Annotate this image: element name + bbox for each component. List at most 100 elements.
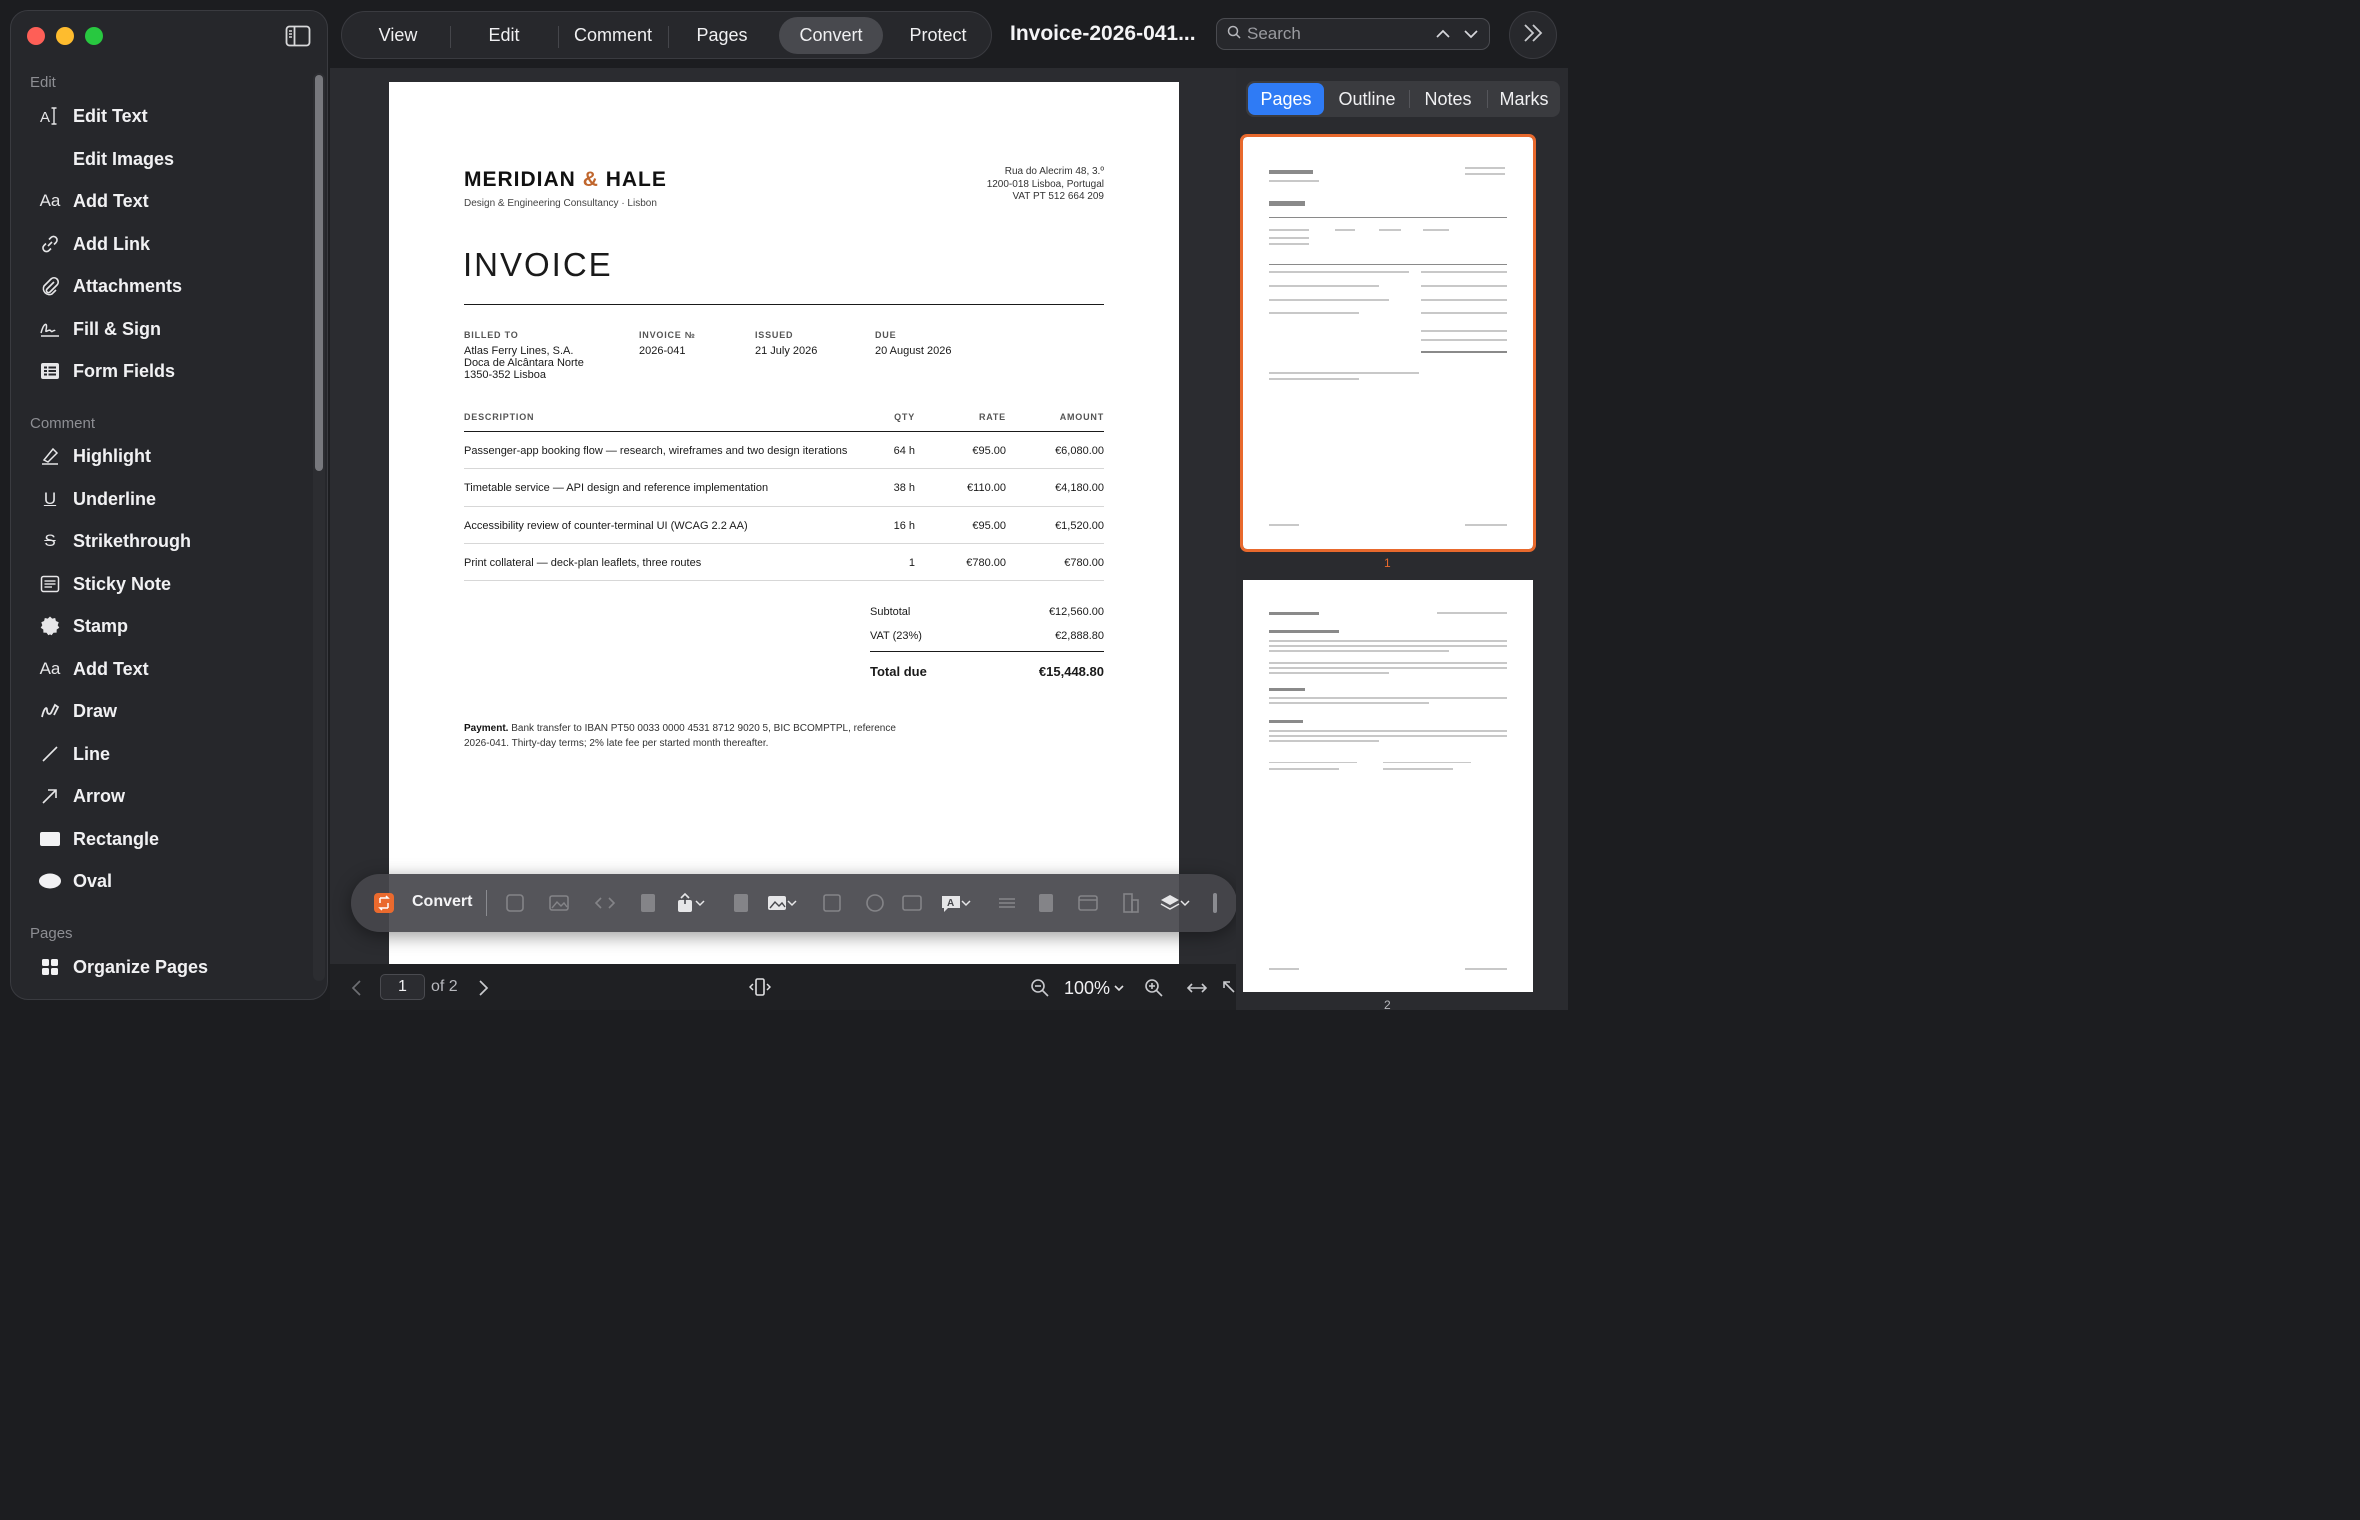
fullscreen-icon[interactable] (1222, 979, 1236, 1002)
convert-toolbar-label: Convert (412, 893, 473, 910)
panel-tab-pages[interactable]: Pages (1248, 83, 1324, 115)
strikethrough-icon: S (44, 531, 56, 550)
issued-value: 21 July 2026 (755, 345, 818, 357)
sidebar-item-label: Form Fields (73, 360, 176, 381)
thumbnail-line (1269, 667, 1507, 669)
sidebar-item-line[interactable]: Line (37, 736, 307, 772)
search-previous-icon[interactable] (1435, 25, 1451, 48)
sidebar-item-underline[interactable]: U Underline (37, 481, 307, 517)
sidebar-item-oval[interactable]: Oval (37, 863, 307, 899)
tab-pages[interactable]: Pages (672, 17, 772, 54)
subtotal-value: €12,560.00 (1048, 606, 1104, 618)
tab-protect[interactable]: Protect (888, 17, 988, 54)
invoice-no-value: 2026-041 (639, 345, 686, 357)
fit-width-icon[interactable] (1186, 979, 1208, 1002)
export-icon[interactable] (676, 892, 708, 914)
panel-tab-notes[interactable]: Notes (1412, 83, 1484, 115)
draw-icon (37, 698, 63, 724)
to-markdown-icon[interactable] (1035, 892, 1057, 914)
section-edit-label: Edit (30, 74, 56, 91)
thumbnail-line (1379, 229, 1401, 231)
tab-view[interactable]: View (348, 17, 448, 54)
sidebar-item-organize-pages[interactable]: Organize Pages (37, 949, 307, 985)
vat-value: €2,888.80 (1055, 630, 1104, 642)
page-thumbnail-1[interactable] (1240, 134, 1536, 552)
sidebar-item-rectangle[interactable]: Rectangle (37, 821, 307, 857)
sidebar-item-strikethrough[interactable]: S Strikethrough (37, 523, 307, 559)
sidebar-item-attachments[interactable]: Attachments (37, 268, 307, 304)
toolbar-overflow-handle[interactable] (1213, 893, 1217, 913)
to-html-icon[interactable] (594, 892, 616, 914)
thumbnail-line (1269, 650, 1449, 652)
form-fields-icon (37, 358, 63, 384)
to-image-icon[interactable] (548, 892, 570, 914)
ocr-icon[interactable]: A (940, 892, 972, 914)
search-input[interactable] (1247, 24, 1427, 44)
to-ppt-icon[interactable] (864, 892, 886, 914)
sidebar-item-label: Add Text (73, 190, 149, 211)
table-cell-rate: €780.00 (966, 557, 1006, 569)
sidebar-item-stamp[interactable]: Stamp (37, 608, 307, 644)
previous-page-icon[interactable] (350, 979, 364, 1002)
batch-convert-icon[interactable] (1120, 892, 1142, 914)
search-field[interactable] (1216, 18, 1490, 50)
zoom-out-icon[interactable] (1030, 978, 1050, 1003)
to-word-icon[interactable] (504, 892, 526, 914)
sidebar-item-draw[interactable]: Draw (37, 693, 307, 729)
thumbnail-line (1269, 264, 1507, 265)
thumbnail-line (1269, 688, 1305, 691)
scan-image-icon[interactable] (901, 892, 923, 914)
next-page-icon[interactable] (476, 979, 490, 1002)
to-pdfa-icon[interactable] (730, 892, 752, 914)
to-rtf-icon[interactable] (1077, 892, 1099, 914)
sidebar-scrollbar[interactable] (313, 73, 325, 981)
link-icon (37, 231, 63, 257)
image-to-pdf-icon[interactable] (766, 892, 798, 914)
tab-comment[interactable]: Comment (562, 17, 664, 54)
table-cell-qty: 64 h (893, 445, 915, 457)
total-due-value: €15,448.80 (1038, 664, 1104, 679)
zoom-window-button[interactable] (85, 27, 103, 45)
panel-tab-outline[interactable]: Outline (1328, 83, 1406, 115)
panel-tab-marks[interactable]: Marks (1490, 83, 1558, 115)
sidebar-item-edit-text[interactable]: A Edit Text (37, 98, 307, 134)
tab-divider (668, 26, 669, 48)
zoom-dropdown-icon[interactable] (1113, 981, 1125, 999)
sidebar-item-fill-sign[interactable]: Fill & Sign (37, 311, 307, 347)
tab-edit[interactable]: Edit (454, 17, 554, 54)
sidebar-item-add-link[interactable]: Add Link (37, 226, 307, 262)
to-excel-icon[interactable] (821, 892, 843, 914)
sidebar-scrollbar-thumb[interactable] (315, 75, 323, 471)
fit-page-icon[interactable] (748, 976, 772, 1003)
sidebar-item-add-text[interactable]: Aa Add Text (37, 183, 307, 219)
sidebar-item-arrow[interactable]: Arrow (37, 778, 307, 814)
search-next-icon[interactable] (1463, 25, 1479, 48)
page-thumbnail-2[interactable] (1243, 580, 1533, 992)
thumbnail-line (1269, 740, 1379, 742)
sidebar-toggle-icon[interactable] (285, 25, 311, 47)
tab-convert[interactable]: Convert (779, 17, 883, 54)
subtotal-label: Subtotal (870, 606, 911, 618)
to-csv-icon[interactable] (996, 892, 1018, 914)
zoom-level[interactable]: 100% (1064, 978, 1110, 999)
layers-icon[interactable] (1159, 892, 1191, 914)
sidebar-item-highlight[interactable]: Highlight (37, 438, 307, 474)
page-number-input[interactable] (380, 974, 425, 1000)
sidebar-item-form-fields[interactable]: Form Fields (37, 353, 307, 389)
oval-icon (37, 868, 63, 894)
to-text-icon[interactable] (637, 892, 659, 914)
convert-toolbar: Convert A (351, 874, 1237, 932)
minimize-window-button[interactable] (56, 27, 74, 45)
table-row-divider (464, 506, 1104, 507)
sidebar-item-edit-images[interactable]: Edit Images (37, 141, 307, 177)
sidebar-item-sticky-note[interactable]: Sticky Note (37, 566, 307, 602)
thumbnail-line (1269, 702, 1429, 704)
close-window-button[interactable] (27, 27, 45, 45)
svg-text:A: A (947, 898, 954, 909)
table-row-divider (464, 580, 1104, 581)
thumbnail-line (1269, 243, 1309, 245)
sidebar-item-add-text-comment[interactable]: Aa Add Text (37, 651, 307, 687)
expand-panel-button[interactable] (1509, 11, 1557, 59)
brand-tagline: Design & Engineering Consultancy · Lisbo… (464, 198, 657, 209)
zoom-in-icon[interactable] (1144, 978, 1164, 1003)
